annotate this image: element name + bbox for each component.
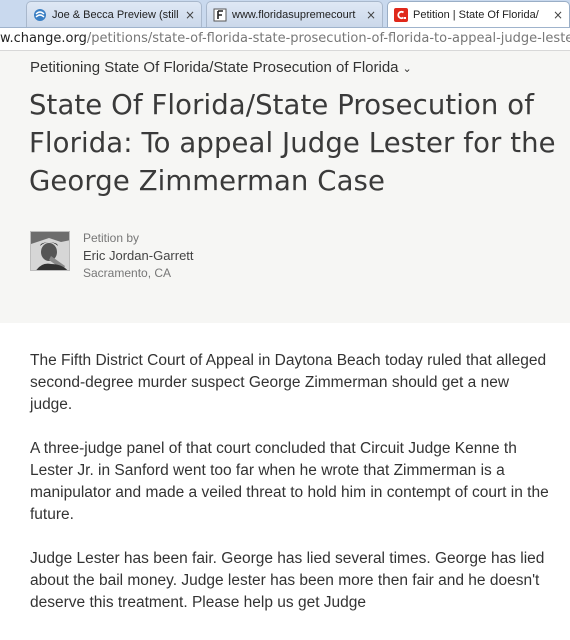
tab-petition-active[interactable]: Petition | State Of Florida/ × — [387, 1, 570, 27]
close-icon[interactable]: × — [551, 8, 565, 22]
close-icon[interactable]: × — [364, 8, 378, 22]
url-host: w.change.org — [0, 31, 87, 46]
tab-joe-becca-preview[interactable]: Joe & Becca Preview (still × — [26, 1, 202, 27]
author-info: Petition by Eric Jordan-Garrett Sacramen… — [83, 231, 194, 281]
petitioning-target[interactable]: Petitioning State Of Florida/State Prose… — [30, 59, 412, 76]
tab-title: www.floridasupremecourt — [232, 8, 356, 21]
address-bar[interactable]: w.change.org/petitions/state-of-florida-… — [0, 28, 570, 51]
body-paragraph: Judge Lester has been fair. George has l… — [30, 550, 545, 611]
url-path: /petitions/state-of-florida-state-prosec… — [86, 31, 570, 46]
body-paragraph: The Fifth District Court of Appeal in Da… — [30, 352, 547, 413]
petition-by-label: Petition by — [83, 231, 140, 245]
avatar[interactable] — [30, 231, 70, 271]
petitioning-label: Petitioning State Of Florida/State Prose… — [30, 59, 399, 76]
petition-body: The Fifth District Court of Appeal in Da… — [30, 350, 555, 636]
browser-tab-strip: Joe & Becca Preview (still × www.florida… — [0, 0, 570, 28]
tab-title: Petition | State Of Florida/ — [413, 9, 539, 21]
body-paragraph: A three-judge panel of that court conclu… — [30, 440, 549, 523]
author-location: Sacramento, CA — [83, 266, 172, 280]
globe-icon — [33, 8, 47, 22]
petition-title: State Of Florida/State Prosecution of Fl… — [29, 89, 556, 197]
author-name[interactable]: Eric Jordan-Garrett — [83, 247, 194, 265]
f-site-icon — [213, 8, 227, 22]
change-org-icon — [394, 8, 408, 22]
close-icon[interactable]: × — [183, 8, 197, 22]
tab-florida-supreme-court[interactable]: www.floridasupremecourt × — [206, 1, 383, 27]
chevron-down-icon: ⌄ — [402, 62, 412, 75]
petition-header: Petitioning State Of Florida/State Prose… — [0, 51, 570, 323]
tab-title: Joe & Becca Preview (still — [52, 8, 179, 21]
